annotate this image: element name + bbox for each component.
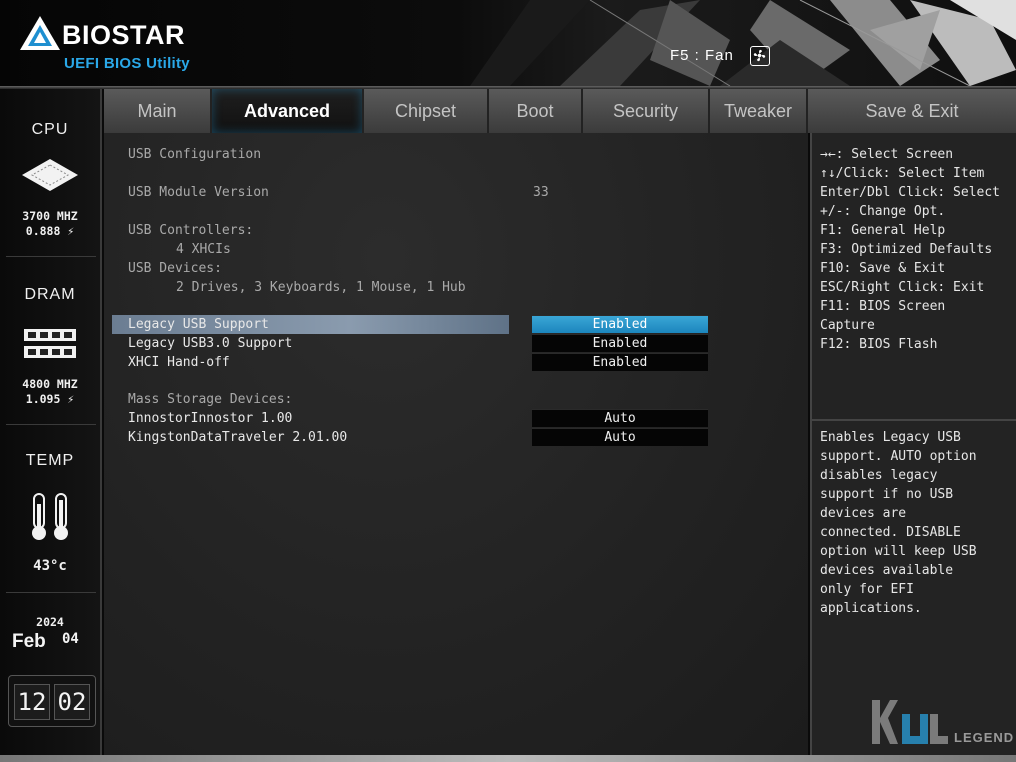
help-description-line: support if no USB [820,487,954,502]
dram-title: DRAM [24,286,76,303]
legacy-usb-support-label[interactable]: Legacy USB Support [128,317,269,332]
watermark-text: LEGEND [954,730,1015,745]
dram-frequency: 4800 MHZ [22,377,78,391]
cpu-frequency: 3700 MHZ [22,209,78,223]
sidebar-divider [6,424,96,425]
clock-minute: 02 [54,684,90,720]
mass-storage-device-value[interactable]: Auto [532,409,708,427]
header-decoration [470,0,1016,86]
help-description-line: only for EFI [820,582,914,597]
tab-security[interactable]: Security [583,89,710,133]
xhci-handoff-value[interactable]: Enabled [532,353,708,371]
usb-controllers-label: USB Controllers: [128,223,254,238]
help-description-line: Enables Legacy USB [820,430,961,445]
sidebar-divider [6,592,96,593]
tab-main[interactable]: Main [104,89,212,133]
cpu-chip-icon [22,159,78,191]
tab-tweaker[interactable]: Tweaker [710,89,808,133]
mass-storage-device-value[interactable]: Auto [532,428,708,446]
sidebar-divider [6,256,96,257]
help-description-line: devices available [820,563,954,578]
mass-storage-label: Mass Storage Devices: [128,392,293,407]
dram-module-icon [24,329,76,358]
watermark: LEGEND [868,696,1014,752]
help-key-line: F1: General Help [820,223,946,238]
help-panel: →←: Select Screen ↑↓/Click: Select Item … [810,133,1016,755]
mass-storage-device-label[interactable]: InnostorInnostor 1.00 [128,411,292,426]
biostar-logo: BIOSTAR UEFI BIOS Utility [20,14,200,74]
help-description-line: devices are [820,506,907,521]
fan-hotkey-label[interactable]: F5 : Fan [670,47,734,64]
tab-advanced[interactable]: Advanced [212,89,364,133]
mass-storage-device-label[interactable]: KingstonDataTraveler 2.01.00 [128,430,347,445]
help-key-line: F11: BIOS Screen [820,299,946,314]
help-description-line: disables legacy [820,468,938,483]
tab-boot[interactable]: Boot [489,89,583,133]
settings-panel: USB Configuration USB Module Version 33 … [104,133,808,755]
usb-module-version-value: 33 [533,185,549,200]
help-key-line: →←: Select Screen [820,147,954,162]
help-description-line: support. AUTO option [820,449,977,464]
footer-bar [0,755,1016,762]
tab-save-exit[interactable]: Save & Exit [808,89,1016,133]
cpu-title: CPU [31,121,69,138]
usb-module-version-label: USB Module Version [128,185,269,200]
section-title: USB Configuration [128,147,262,162]
temp-title: TEMP [25,452,75,469]
date-day: 04 [62,631,79,647]
clock-hour: 12 [14,684,50,720]
help-key-line: F10: Save & Exit [820,261,946,276]
fan-icon[interactable] [750,46,770,66]
temperature-value: 43°c [33,558,67,574]
help-description-line: option will keep USB [820,544,977,559]
legacy-usb3-support-value[interactable]: Enabled [532,334,708,352]
help-key-line: Enter/Dbl Click: Select [820,185,1001,200]
tab-bar: Main Advanced Chipset Boot Security Twea… [104,89,1016,133]
help-key-line: ↑↓/Click: Select Item [820,166,985,181]
thermometer-icon [32,493,68,540]
tab-chipset[interactable]: Chipset [364,89,489,133]
help-key-line: F12: BIOS Flash [820,337,938,352]
dram-voltage: 1.095 ⚡ [25,392,75,406]
usb-devices-label: USB Devices: [128,261,222,276]
bios-utility-label: UEFI BIOS Utility [64,55,190,72]
brand-name: BIOSTAR [62,20,185,50]
biostar-logo-icon [20,16,60,50]
system-info-sidebar: CPU 3700 MHZ 0.888 ⚡ DRAM 4800 MHZ 1.095… [0,89,102,762]
header: BIOSTAR UEFI BIOS Utility F5 : Fan [0,0,1016,86]
help-key-line: Capture [820,318,875,333]
help-key-line: F3: Optimized Defaults [820,242,993,257]
legacy-usb3-support-label[interactable]: Legacy USB3.0 Support [128,336,292,351]
date-month: Feb [12,631,46,652]
help-key-line: +/-: Change Opt. [820,204,946,219]
help-description-line: applications. [820,601,922,616]
usb-devices-value: 2 Drives, 3 Keyboards, 1 Mouse, 1 Hub [176,280,466,295]
help-divider [812,419,1016,421]
clock: 12 02 [8,675,96,727]
help-key-line: ESC/Right Click: Exit [820,280,985,295]
xhci-handoff-label[interactable]: XHCI Hand-off [128,355,230,370]
cpu-voltage: 0.888 ⚡ [25,224,75,238]
help-description-line: connected. DISABLE [820,525,961,540]
date-year: 2024 [36,615,64,629]
legacy-usb-support-value[interactable]: Enabled [532,315,708,333]
usb-controllers-value: 4 XHCIs [176,242,231,257]
